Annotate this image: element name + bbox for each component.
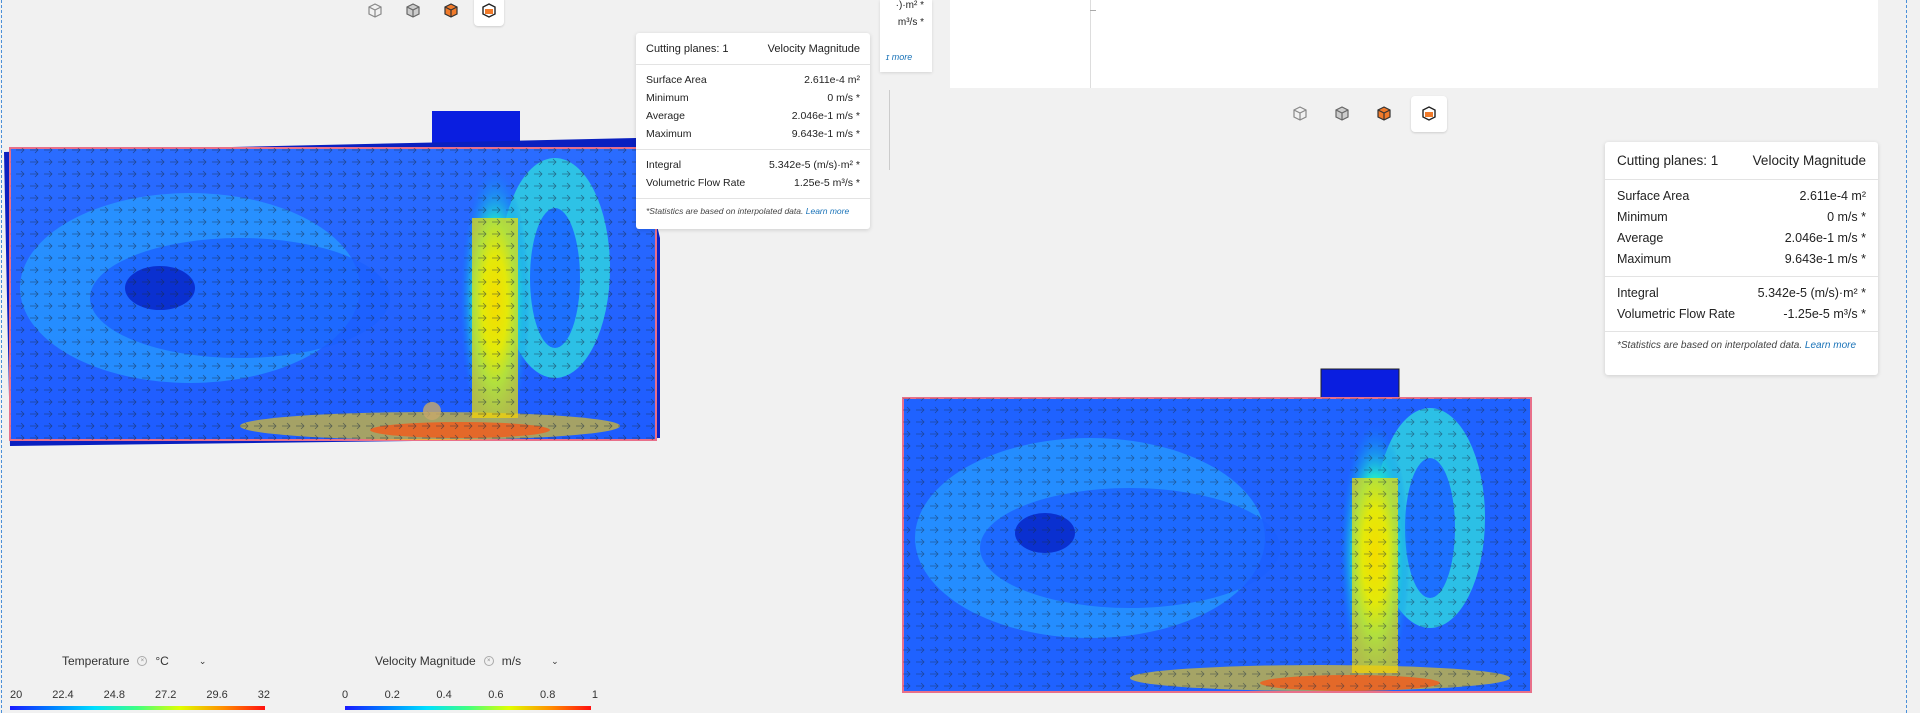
stat-value: 9.643e-1 m/s * [1784, 252, 1866, 266]
stats-title: Cutting planes: 1 [646, 43, 729, 55]
stat-label: Minimum [646, 92, 689, 104]
velocity-vectors [903, 398, 1531, 692]
cube-solid-button[interactable] [398, 0, 428, 26]
inlet-block [432, 111, 520, 143]
tick-label: 29.6 [206, 689, 228, 701]
stat-value: 9.643e-1 m/s * [791, 128, 860, 140]
velocity-ticks: 0 0.2 0.4 0.6 0.8 1 [342, 689, 598, 701]
cube-cut-icon [482, 3, 496, 18]
stat-label: Volumetric Flow Rate [1617, 307, 1736, 321]
simulation-viewport-left[interactable] [0, 108, 665, 448]
cube-solid-icon [406, 3, 420, 18]
inlet-block [1320, 368, 1400, 400]
stat-value: 0 m/s * [827, 92, 860, 104]
temperature-colorbar [10, 706, 265, 710]
cube-cut-button[interactable] [474, 0, 504, 26]
cube-cut-button[interactable] [1411, 96, 1447, 132]
cube-orange-button[interactable] [1369, 99, 1399, 129]
stat-label: Volumetric Flow Rate [646, 177, 746, 189]
stat-value: -1.25e-5 m³/s * [1783, 307, 1866, 321]
unit-select[interactable]: °C ⌄ [155, 654, 206, 668]
velocity-colorbar [345, 706, 591, 710]
cube-wireframe-icon [368, 3, 382, 18]
stat-value: 1.25e-5 m³/s * [794, 177, 860, 189]
temperature-legend-header: Temperature × °C ⌄ [62, 654, 206, 668]
tick-label: 22.4 [52, 689, 74, 701]
unit-value: m/s [501, 654, 522, 668]
panel-edge [889, 90, 893, 170]
probe-marker[interactable] [423, 402, 441, 420]
view-toolbar-right [1285, 96, 1447, 132]
cube-solid-button[interactable] [1327, 99, 1357, 129]
chevron-down-icon: ⌄ [198, 655, 207, 666]
chevron-down-icon: ⌄ [551, 655, 559, 666]
stat-label: Maximum [646, 128, 692, 140]
partial-stats-panel: ·)·m² * m³/s * ɪ more [880, 0, 932, 72]
stats-field[interactable]: Velocity Magnitude [1753, 153, 1866, 168]
stat-value: 5.342e-5 (m/s)·m² * [768, 159, 860, 171]
learn-more-link[interactable]: Learn more [1805, 340, 1856, 351]
view-toolbar-left [360, 0, 504, 26]
tick-label: 0.2 [384, 689, 400, 701]
partial-value-2: m³/s * [897, 17, 924, 28]
cube-cut-icon [1422, 106, 1436, 121]
stats-panel-large: Cutting planes: 1 Velocity Magnitude Surf… [1605, 142, 1878, 375]
cube-orange-icon [1377, 106, 1391, 121]
partial-value-1: ·)·m² * [895, 0, 924, 11]
stat-value: 0 m/s * [1827, 210, 1866, 224]
stats-footnote: *Statistics are based on interpolated da… [646, 206, 804, 216]
unit-select[interactable]: m/s ⌄ [502, 654, 559, 668]
cube-wireframe-icon [1293, 106, 1307, 121]
legend-title: Temperature [62, 654, 130, 668]
cube-orange-button[interactable] [436, 0, 466, 26]
tick-label: 32 [257, 689, 270, 701]
stat-label: Surface Area [646, 74, 707, 86]
stats-footnote: *Statistics are based on interpolated da… [1617, 340, 1803, 351]
simulation-viewport-right[interactable] [900, 368, 1540, 698]
info-icon[interactable]: × [483, 656, 494, 666]
stats-field[interactable]: Velocity Magnitude [768, 43, 860, 55]
stat-label: Average [1617, 231, 1664, 245]
stat-value: 2.611e-4 m² [804, 74, 860, 86]
stats-title: Cutting planes: 1 [1617, 153, 1719, 168]
tick-label: 0.6 [488, 689, 504, 701]
tick-label: 24.8 [103, 689, 125, 701]
stat-label: Average [646, 110, 685, 122]
learn-more-link[interactable]: Learn more [806, 206, 849, 216]
tick-label: 0 [342, 689, 349, 701]
cube-solid-icon [1335, 106, 1349, 121]
partial-learn-more-link[interactable]: ɪ more [886, 52, 912, 62]
stat-label: Surface Area [1617, 189, 1690, 203]
stat-value: 5.342e-5 (m/s)·m² * [1757, 286, 1866, 300]
stat-value: 2.046e-1 m/s * [1784, 231, 1866, 245]
info-icon[interactable]: × [137, 656, 148, 666]
tick-label: 20 [10, 689, 23, 701]
stat-value: 2.046e-1 m/s * [791, 110, 860, 122]
stat-label: Integral [646, 159, 682, 171]
stat-label: Integral [1617, 286, 1659, 300]
cube-orange-icon [444, 3, 458, 18]
unit-value: °C [155, 654, 169, 668]
tick-label: 27.2 [154, 689, 177, 701]
tick-label: 0.8 [540, 689, 556, 701]
stats-panel-small: Cutting planes: 1 Velocity Magnitude Surf… [636, 33, 870, 229]
layout-guide-right [1906, 0, 1907, 713]
cube-wireframe-button[interactable] [1285, 99, 1315, 129]
stat-label: Minimum [1617, 210, 1668, 224]
tick-label: 1 [591, 689, 598, 701]
legend-title: Velocity Magnitude [375, 654, 476, 668]
velocity-vectors [10, 148, 656, 440]
stat-label: Maximum [1617, 252, 1672, 266]
tick-label: 0.4 [436, 689, 452, 701]
temperature-ticks: 20 22.4 24.8 27.2 29.6 32 [10, 689, 270, 701]
velocity-legend-header: Velocity Magnitude × m/s ⌄ [375, 654, 559, 668]
cube-wireframe-button[interactable] [360, 0, 390, 26]
stat-value: 2.611e-4 m² [1799, 189, 1866, 203]
background-panel [950, 0, 1878, 88]
